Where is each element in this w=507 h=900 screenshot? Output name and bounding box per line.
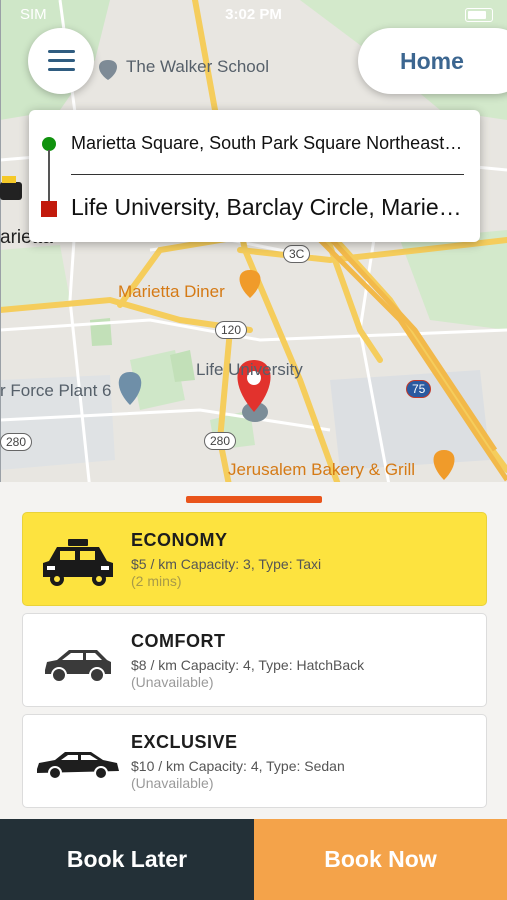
pickup-location-field[interactable]: Marietta Square, South Park Square North… — [71, 133, 466, 154]
origin-dot-icon — [42, 137, 56, 151]
ride-option-title: EXCLUSIVE — [131, 732, 238, 752]
map-label-air-force-plant: r Force Plant 6 — [0, 381, 112, 400]
ride-option-eta: (Unavailable) — [131, 674, 214, 690]
ride-option-details: $5 / km Capacity: 3, Type: Taxi — [131, 556, 322, 572]
route-card: Marietta Square, South Park Square North… — [29, 110, 480, 242]
book-now-button[interactable]: Book Now — [254, 819, 507, 900]
status-bar: SIM 3:02 PM — [0, 0, 507, 30]
taxi-icon — [43, 539, 113, 586]
book-later-button[interactable]: Book Later — [0, 819, 254, 900]
route-shield-3c: 3C — [283, 245, 311, 263]
sheet-drag-handle[interactable] — [186, 496, 322, 503]
route-divider — [71, 174, 464, 175]
destination-square-icon — [41, 201, 57, 217]
status-time: 3:02 PM — [225, 6, 282, 23]
ride-option-comfort[interactable]: COMFORT $8 / km Capacity: 4, Type: Hatch… — [22, 613, 487, 707]
interstate-shield-75: 75 — [406, 380, 432, 398]
hatchback-icon — [45, 650, 111, 683]
map-label-walker-school: The Walker School — [126, 57, 269, 76]
battery-icon — [465, 8, 493, 22]
ride-option-title: ECONOMY — [131, 530, 228, 550]
ride-option-details: $10 / km Capacity: 4, Type: Sedan — [131, 758, 345, 774]
route-connector — [48, 150, 50, 208]
ride-option-title: COMFORT — [131, 631, 226, 651]
route-shield-280-left: 280 — [0, 433, 33, 451]
map-label-jerusalem-bakery: Jerusalem Bakery & Grill — [228, 460, 416, 479]
ride-option-economy[interactable]: ECONOMY $5 / km Capacity: 3, Type: Taxi … — [22, 512, 487, 606]
map-label-marietta-diner: Marietta Diner — [118, 282, 225, 301]
ride-option-details: $8 / km Capacity: 4, Type: HatchBack — [131, 657, 365, 673]
sedan-icon — [37, 752, 119, 780]
menu-button[interactable] — [28, 28, 94, 94]
route-shield-280: 280 — [204, 432, 237, 450]
home-button[interactable]: Home — [358, 28, 507, 94]
ride-option-exclusive[interactable]: EXCLUSIVE $10 / km Capacity: 4, Type: Se… — [22, 714, 487, 808]
ride-option-eta: (2 mins) — [131, 573, 182, 589]
destination-location-field[interactable]: Life University, Barclay Circle, Mariett… — [71, 194, 464, 221]
home-label: Home — [400, 48, 464, 74]
map-label-life-university: Life University — [196, 360, 303, 379]
route-shield-120: 120 — [215, 321, 248, 339]
ride-option-eta: (Unavailable) — [131, 775, 214, 791]
